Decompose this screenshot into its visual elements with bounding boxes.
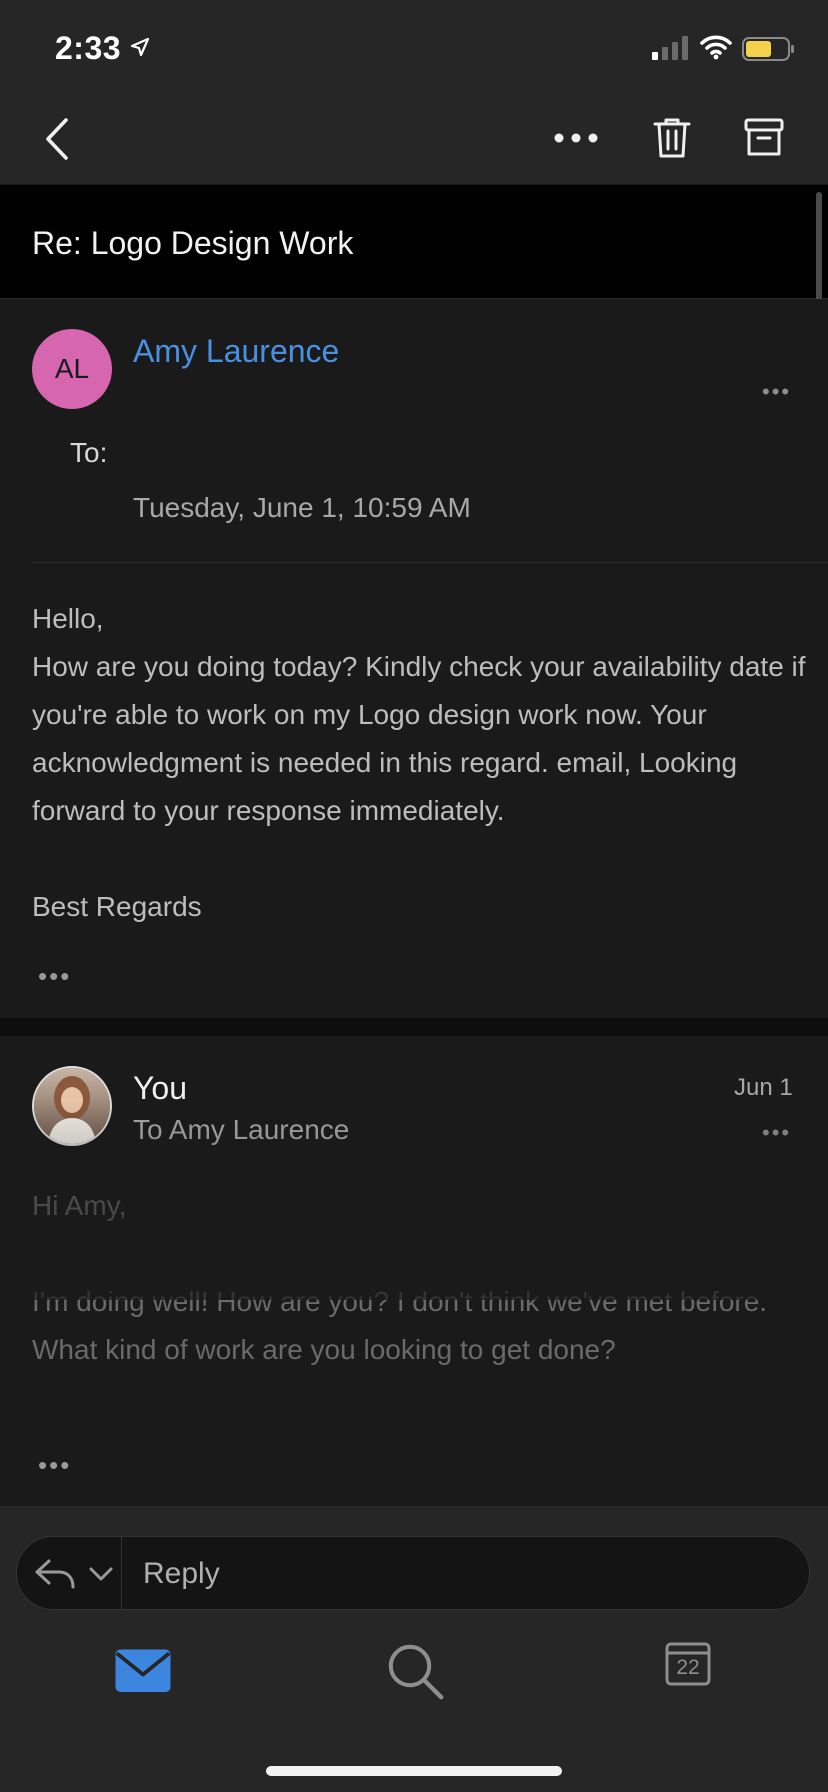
- message-date: Jun 1: [734, 1074, 793, 1101]
- reply-arrow-icon[interactable]: [35, 1559, 75, 1589]
- more-icon[interactable]: [554, 132, 598, 144]
- greeting: Hi Amy,: [32, 1190, 127, 1221]
- message-options-icon[interactable]: •••: [762, 379, 791, 405]
- search-icon[interactable]: [386, 1642, 446, 1702]
- status-bar: 2:33: [0, 0, 828, 92]
- avatar-initials: AL: [54, 353, 90, 384]
- divider: [121, 1537, 122, 1609]
- message-body: Hello, How are you doing today? Kindly c…: [32, 595, 812, 931]
- to-label: To:: [70, 437, 108, 468]
- bottom-bar: Reply 22: [0, 1506, 828, 1792]
- message-card[interactable]: You To Amy Laurence Jun 1 ••• Hi Amy, I'…: [0, 1036, 828, 1506]
- status-time: 2:33: [55, 30, 122, 66]
- reply-bar[interactable]: Reply: [16, 1536, 810, 1610]
- divider: [32, 562, 828, 563]
- wifi-icon: [700, 35, 732, 60]
- show-quoted-button[interactable]: •••: [38, 1450, 71, 1481]
- greeting: Hello,: [32, 603, 104, 634]
- trash-icon[interactable]: [652, 116, 692, 160]
- reply-input[interactable]: Reply: [143, 1557, 220, 1591]
- back-chevron-icon[interactable]: [44, 118, 70, 160]
- location-arrow-icon: [130, 37, 150, 57]
- message-card[interactable]: AL Amy Laurence ••• To: Tuesday, June 1,…: [0, 299, 828, 1018]
- home-indicator[interactable]: [266, 1766, 562, 1776]
- cellular-signal-icon: [652, 36, 688, 60]
- battery-icon: [742, 37, 794, 61]
- recipient-line: To Amy Laurence: [133, 1114, 350, 1145]
- message-body: Hi Amy, I'm doing well! How are you? I d…: [32, 1182, 812, 1374]
- calendar-icon[interactable]: 22: [664, 1638, 712, 1688]
- message-date: Tuesday, June 1, 10:59 AM: [133, 492, 471, 523]
- sender-name[interactable]: You: [133, 1070, 187, 1107]
- thread-subject: Re: Logo Design Work: [32, 225, 354, 261]
- avatar[interactable]: [32, 1066, 112, 1146]
- body-text: How are you doing today? Kindly check yo…: [32, 651, 806, 826]
- mail-icon[interactable]: [113, 1642, 173, 1702]
- signoff: Best Regards: [32, 891, 202, 922]
- message-separator: [0, 1018, 828, 1036]
- body-text: I'm doing well! How are you? I don't thi…: [32, 1286, 768, 1365]
- avatar[interactable]: AL: [32, 329, 112, 409]
- message-options-icon[interactable]: •••: [762, 1120, 791, 1146]
- thread-subject-bar: Re: Logo Design Work: [0, 185, 828, 299]
- toolbar: [0, 92, 828, 185]
- archive-icon[interactable]: [744, 118, 784, 158]
- chevron-down-icon[interactable]: [89, 1567, 113, 1581]
- sender-name[interactable]: Amy Laurence: [133, 333, 339, 370]
- show-quoted-button[interactable]: •••: [38, 961, 71, 992]
- calendar-date-badge: 22: [676, 1656, 700, 1679]
